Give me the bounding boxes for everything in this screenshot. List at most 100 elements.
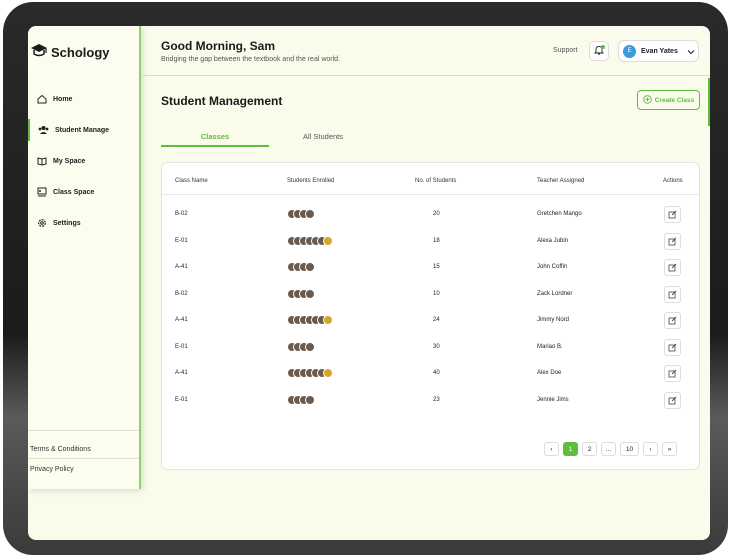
sidebar: Schology Home Student Manage My Space Cl… <box>28 26 141 489</box>
column-header: Teacher Assigned <box>537 178 585 184</box>
column-header: Actions <box>663 178 683 184</box>
student-avatar <box>305 395 315 405</box>
create-class-button[interactable]: Create Class <box>637 90 700 110</box>
teacher-name: Jennie Jims <box>537 397 569 403</box>
sidebar-item-label: Student Manage <box>55 126 110 134</box>
student-avatar <box>305 289 315 299</box>
last-page-button[interactable]: » <box>662 442 677 456</box>
page-title: Student Management <box>161 94 283 108</box>
sidebar-item-student-manage[interactable]: Student Manage <box>28 119 139 141</box>
subtitle: Bridging the gap between the textbook an… <box>161 56 341 63</box>
greeting: Good Morning, Sam <box>161 39 275 53</box>
class-name: A-41 <box>175 370 188 376</box>
table-header: Class Name Students Enrolled No. of Stud… <box>162 163 699 195</box>
user-name: Evan Yates <box>641 47 678 55</box>
app-screen: Schology Home Student Manage My Space Cl… <box>28 26 710 540</box>
sidebar-divider <box>28 458 139 459</box>
logo-text: Schology <box>51 45 110 60</box>
notification-dot <box>601 45 605 49</box>
sidebar-item-label: Settings <box>53 219 81 227</box>
pagination: ‹ 1 2 ... 10 › » <box>544 442 677 456</box>
logo: Schology <box>30 43 110 62</box>
edit-button[interactable] <box>664 286 681 303</box>
student-avatar <box>323 315 333 325</box>
sidebar-divider <box>28 430 139 431</box>
sidebar-item-label: Home <box>53 95 73 103</box>
teacher-name: John Coffin <box>537 264 568 270</box>
edit-icon <box>668 233 677 251</box>
class-name: A-41 <box>175 317 188 323</box>
graduation-cap-icon <box>30 43 48 62</box>
class-name: B-02 <box>175 211 188 217</box>
edit-button[interactable] <box>664 365 681 382</box>
sidebar-item-my-space[interactable]: My Space <box>28 150 139 172</box>
student-count: 10 <box>433 291 440 297</box>
edit-icon <box>668 392 677 410</box>
sidebar-item-settings[interactable]: Settings <box>28 212 139 234</box>
class-name: E-01 <box>175 238 188 244</box>
page-button[interactable]: 2 <box>582 442 597 456</box>
sidebar-item-label: Class Space <box>53 188 95 196</box>
students-avatars <box>287 236 333 246</box>
terms-link[interactable]: Terms & Conditions <box>30 446 91 453</box>
table-row: E-01 18 Alexa Jubin <box>162 229 699 255</box>
top-bar: Good Morning, Sam Bridging the gap betwe… <box>141 26 710 76</box>
sidebar-item-class-space[interactable]: Class Space <box>28 181 139 203</box>
gear-icon <box>36 218 47 229</box>
support-link[interactable]: Support <box>553 47 578 54</box>
chevron-down-icon <box>687 42 695 60</box>
edit-button[interactable] <box>664 206 681 223</box>
teacher-name: Mariao B. <box>537 344 563 350</box>
students-avatars <box>287 289 315 299</box>
teacher-name: Jimmy Nord <box>537 317 570 323</box>
edit-button[interactable] <box>664 392 681 409</box>
home-icon <box>36 94 47 105</box>
table-row: A-41 24 Jimmy Nord <box>162 308 699 334</box>
column-header: No. of Students <box>415 178 457 184</box>
edit-icon <box>668 206 677 224</box>
next-page-button[interactable]: › <box>643 442 658 456</box>
students-avatars <box>287 262 315 272</box>
sidebar-item-home[interactable]: Home <box>28 88 139 110</box>
users-icon <box>38 125 49 136</box>
student-avatar <box>323 236 333 246</box>
class-name: A-41 <box>175 264 188 270</box>
student-count: 30 <box>433 344 440 350</box>
teacher-name: Zack Lordner <box>537 291 573 297</box>
student-avatar <box>305 342 315 352</box>
tablet-frame: Schology Home Student Manage My Space Cl… <box>3 2 728 555</box>
scrollbar[interactable] <box>708 78 710 126</box>
table-row: E-01 30 Mariao B. <box>162 335 699 361</box>
user-menu[interactable]: E Evan Yates <box>618 40 699 62</box>
students-avatars <box>287 342 315 352</box>
tab-classes[interactable]: Classes <box>161 132 269 147</box>
table-row: A-41 40 Alex Doe <box>162 361 699 387</box>
student-avatar <box>305 262 315 272</box>
classes-table: Class Name Students Enrolled No. of Stud… <box>161 162 700 470</box>
students-avatars <box>287 209 315 219</box>
teacher-name: Alexa Jubin <box>537 238 569 244</box>
edit-button[interactable] <box>664 339 681 356</box>
students-avatars <box>287 368 333 378</box>
edit-button[interactable] <box>664 233 681 250</box>
page-button[interactable]: 10 <box>620 442 639 456</box>
page-button[interactable]: 1 <box>563 442 578 456</box>
column-header: Students Enrolled <box>287 178 335 184</box>
edit-icon <box>668 365 677 383</box>
prev-page-button[interactable]: ‹ <box>544 442 559 456</box>
table-row: B-02 20 Gretchen Mango <box>162 202 699 228</box>
tab-all-students[interactable]: All Students <box>269 132 377 146</box>
teacher-name: Gretchen Mango <box>537 211 582 217</box>
notification-button[interactable] <box>589 41 609 61</box>
privacy-link[interactable]: Privacy Policy <box>30 466 74 473</box>
edit-icon <box>668 339 677 357</box>
edit-button[interactable] <box>664 259 681 276</box>
class-name: E-01 <box>175 397 188 403</box>
students-avatars <box>287 315 333 325</box>
column-header: Class Name <box>175 178 208 184</box>
edit-button[interactable] <box>664 312 681 329</box>
table-row: A-41 15 John Coffin <box>162 255 699 281</box>
student-count: 24 <box>433 317 440 323</box>
book-icon <box>36 156 47 167</box>
student-count: 20 <box>433 211 440 217</box>
